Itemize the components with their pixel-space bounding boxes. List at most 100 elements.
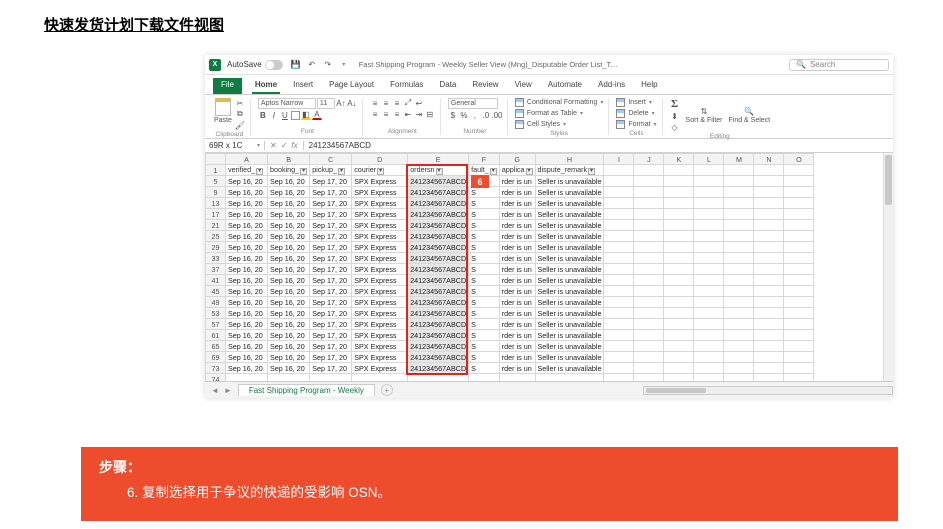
fill-icon[interactable]: ⬇ [670,111,680,121]
ordersn-cell[interactable]: 241234567ABCD [408,363,469,374]
empty-cell[interactable] [604,264,634,275]
empty-cell[interactable] [694,330,724,341]
data-cell[interactable]: Sep 17, 20 [310,176,352,187]
data-cell[interactable]: Sep 17, 20 [310,297,352,308]
data-cell[interactable]: Seller is unavailable [535,187,604,198]
data-cell[interactable]: Sep 16, 20 [226,187,268,198]
data-cell[interactable]: SPX Express [352,231,408,242]
empty-cell[interactable] [634,319,664,330]
sort-filter-button[interactable]: ⇅ Sort & Filter [686,106,723,124]
data-cell[interactable]: S [469,363,500,374]
data-cell[interactable]: Sep 17, 20 [310,220,352,231]
data-cell[interactable]: rder is un [499,231,535,242]
data-cell[interactable]: Seller is unavailable [535,286,604,297]
data-cell[interactable]: Sep 16, 20 [268,308,310,319]
empty-cell[interactable] [724,187,754,198]
empty-cell[interactable] [724,220,754,231]
empty-cell[interactable] [634,231,664,242]
align-right-icon[interactable]: ≡ [392,109,402,119]
empty-cell[interactable] [784,352,814,363]
undo-icon[interactable]: ↶ [307,60,317,70]
header-cell[interactable] [634,165,664,176]
header-cell[interactable]: verified_▾ [226,165,268,176]
data-cell[interactable]: SPX Express [352,286,408,297]
data-cell[interactable]: Sep 16, 20 [268,330,310,341]
tab-view[interactable]: View [512,78,535,94]
data-cell[interactable]: Sep 16, 20 [226,231,268,242]
empty-cell[interactable] [754,198,784,209]
data-cell[interactable]: Sep 16, 20 [226,176,268,187]
row-header[interactable]: 9 [206,187,226,198]
row-header[interactable]: 29 [206,242,226,253]
data-cell[interactable]: Sep 17, 20 [310,363,352,374]
empty-cell[interactable] [784,264,814,275]
data-cell[interactable]: Sep 17, 20 [310,209,352,220]
data-cell[interactable]: Sep 16, 20 [268,297,310,308]
empty-cell[interactable] [634,374,664,382]
col-header[interactable]: C [310,154,352,165]
empty-cell[interactable] [724,275,754,286]
data-cell[interactable]: Sep 16, 20 [226,264,268,275]
data-cell[interactable]: SPX Express [352,352,408,363]
data-cell[interactable]: Seller is unavailable [535,198,604,209]
ordersn-cell[interactable]: 241234567ABCD [408,319,469,330]
row-header[interactable]: 17 [206,209,226,220]
format-as-table-button[interactable]: Format as Table▾ [515,109,583,118]
accounting-format-icon[interactable]: $ [448,110,458,120]
data-cell[interactable]: Sep 16, 20 [226,363,268,374]
empty-cell[interactable] [634,297,664,308]
data-cell[interactable]: Sep 17, 20 [310,286,352,297]
ordersn-cell[interactable]: 241234567ABCD [408,330,469,341]
tab-page-layout[interactable]: Page Layout [326,78,377,94]
data-cell[interactable]: Sep 16, 20 [226,275,268,286]
col-header[interactable] [206,154,226,165]
empty-cell[interactable] [784,209,814,220]
data-cell[interactable]: Seller is unavailable [535,308,604,319]
empty-cell[interactable] [664,187,694,198]
empty-cell[interactable] [664,209,694,220]
data-cell[interactable]: Sep 16, 20 [268,352,310,363]
data-cell[interactable]: Sep 16, 20 [268,341,310,352]
decrease-decimal-icon[interactable]: .00 [492,110,502,120]
empty-cell[interactable] [664,286,694,297]
empty-cell[interactable] [754,275,784,286]
data-cell[interactable]: rder is un [499,341,535,352]
fill-color-icon[interactable]: ◧ [301,110,311,120]
data-cell[interactable]: Sep 16, 20 [268,275,310,286]
empty-cell[interactable] [724,352,754,363]
empty-cell[interactable] [604,352,634,363]
empty-cell[interactable] [604,275,634,286]
empty-cell[interactable] [784,253,814,264]
data-cell[interactable]: rder is un [499,264,535,275]
row-header[interactable]: 53 [206,308,226,319]
header-cell[interactable]: booking_▾ [268,165,310,176]
empty-cell[interactable] [664,242,694,253]
data-cell[interactable]: rder is un [499,330,535,341]
empty-cell[interactable] [724,198,754,209]
data-cell[interactable]: Seller is unavailable [535,341,604,352]
find-select-button[interactable]: 🔍 Find & Select [729,106,771,124]
data-cell[interactable]: rder is un [499,176,535,187]
data-cell[interactable]: Sep 17, 20 [310,242,352,253]
empty-cell[interactable] [694,308,724,319]
data-cell[interactable]: Sep 16, 20 [226,330,268,341]
header-cell[interactable]: ordersn▾ [408,165,469,176]
underline-button[interactable]: U [280,110,290,120]
empty-cell[interactable] [604,286,634,297]
ordersn-cell[interactable]: 241234567ABCD [408,341,469,352]
decrease-font-icon[interactable]: A↓ [347,99,357,109]
data-cell[interactable]: Sep 16, 20 [226,209,268,220]
tab-data[interactable]: Data [436,78,459,94]
row-header[interactable]: 21 [206,220,226,231]
data-cell[interactable]: rder is un [499,253,535,264]
data-cell[interactable]: Sep 17, 20 [310,308,352,319]
row-header[interactable]: 25 [206,231,226,242]
empty-cell[interactable] [499,374,535,382]
increase-font-icon[interactable]: A↑ [336,99,346,109]
data-cell[interactable]: SPX Express [352,209,408,220]
tab-add-ins[interactable]: Add-ins [595,78,628,94]
empty-cell[interactable] [784,220,814,231]
data-cell[interactable]: Sep 16, 20 [268,176,310,187]
data-cell[interactable]: SPX Express [352,308,408,319]
cancel-formula-icon[interactable]: ✕ [270,141,277,150]
